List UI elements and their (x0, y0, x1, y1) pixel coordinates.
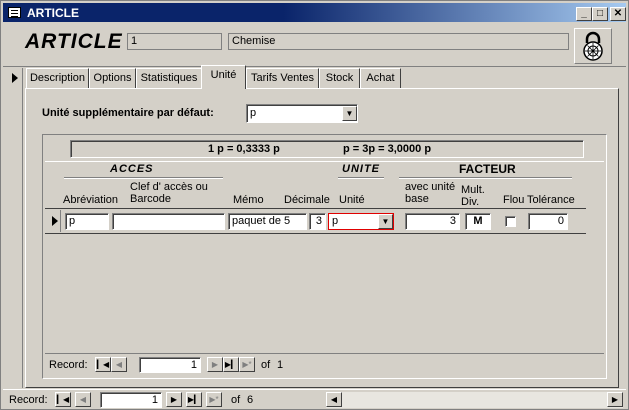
scroll-right-button[interactable]: ▶ (607, 392, 623, 407)
tab-unite[interactable]: Unité (201, 65, 246, 89)
tab-tarifs-ventes[interactable]: Tarifs Ventes (246, 68, 319, 88)
tab-stock[interactable]: Stock (319, 68, 360, 88)
subform-new-record-button[interactable]: ▶* (239, 357, 255, 372)
dropdown-arrow-icon: ▼ (345, 109, 354, 118)
current-record-arrow-icon (12, 73, 18, 83)
main-next-record-button[interactable]: ▶ (166, 392, 182, 407)
mult-div-field[interactable]: M (465, 213, 491, 230)
group-header-unite: UNITE (342, 163, 380, 175)
form-icon[interactable] (8, 7, 21, 18)
col-decimale: Décimale (284, 194, 330, 206)
acces-underline (64, 177, 223, 179)
main-record-label: Record: (9, 394, 48, 406)
abreviation-field[interactable]: p (65, 213, 109, 230)
subform-of-label: of (261, 359, 271, 371)
lock-button[interactable] (574, 28, 612, 64)
padlock-icon (583, 31, 603, 61)
subform-total-records: 1 (277, 359, 284, 371)
current-row-arrow-icon (52, 216, 58, 226)
tab-statistiques[interactable]: Statistiques (136, 68, 202, 88)
minimize-button[interactable]: _ (576, 7, 592, 21)
col-unite: Unité (339, 194, 365, 206)
record-selector-strip[interactable] (7, 68, 23, 388)
col-avec-unite-base: avec unité base (405, 181, 456, 205)
article-name-field[interactable]: Chemise (228, 33, 569, 50)
facteur-underline (399, 177, 572, 179)
subform-record-number-input[interactable]: 1 (139, 357, 201, 373)
close-button[interactable]: ✕ (610, 7, 626, 21)
col-flou: Flou (503, 194, 525, 206)
group-header-acces: ACCES (110, 163, 154, 175)
decimale-field[interactable]: 3 (309, 213, 326, 230)
tab-achat[interactable]: Achat (360, 68, 401, 88)
col-mult-div: Mult. Div. (461, 184, 485, 208)
main-last-record-button[interactable]: ▶▎ (186, 392, 202, 407)
unit-subform: 1 p = 0,3333 p p = 3p = 3,0000 p ACCES U… (42, 134, 607, 379)
col-abreviation: Abréviation (63, 194, 119, 206)
flou-checkbox[interactable] (505, 216, 516, 227)
main-new-record-button[interactable]: ▶* (206, 392, 222, 407)
avec-unite-base-field[interactable]: 3 (405, 213, 460, 230)
row-selector[interactable] (47, 210, 61, 232)
window-title: ARTICLE (27, 6, 79, 20)
col-memo: Mémo (233, 194, 264, 206)
dropdown-arrow-icon: ▼ (381, 217, 390, 226)
unite-underline (338, 177, 384, 179)
subform-record-label: Record: (49, 359, 88, 371)
scroll-left-button[interactable]: ◀ (326, 392, 342, 407)
subform-nav-divider (45, 353, 604, 354)
subform-next-record-button[interactable]: ▶ (207, 357, 223, 372)
col-tolerance: Tolérance (527, 194, 575, 206)
main-first-record-button[interactable]: ▎◀ (55, 392, 71, 407)
horizontal-scrollbar[interactable]: ◀ ▶ (326, 392, 623, 408)
default-unit-dropdown-button[interactable]: ▼ (342, 106, 357, 121)
form-header: ARTICLE 1 Chemise (3, 23, 626, 67)
conversion-right: p = 3p = 3,0000 p (343, 143, 432, 155)
group-header-facteur: FACTEUR (459, 162, 516, 176)
tolerance-field[interactable]: 0 (528, 213, 568, 230)
subform-last-record-button[interactable]: ▶▎ (223, 357, 239, 372)
tab-page-unite: Unité supplémentaire par défaut: p ▼ 1 p… (25, 88, 619, 388)
conversion-left: 1 p = 0,3333 p (208, 143, 280, 155)
title-bar[interactable]: ARTICLE _ □ ✕ (3, 3, 626, 22)
default-unit-label: Unité supplémentaire par défaut: (42, 107, 214, 119)
memo-field[interactable]: paquet de 5 (228, 213, 307, 230)
default-unit-value: p (250, 107, 257, 119)
main-total-records: 6 (247, 394, 254, 406)
row-unite-dropdown-button[interactable]: ▼ (378, 214, 393, 229)
subform-prev-record-button[interactable]: ◀ (111, 357, 127, 372)
tab-description[interactable]: Description (26, 68, 89, 88)
form-title: ARTICLE (25, 30, 123, 53)
maximize-button[interactable]: □ (592, 7, 608, 21)
main-prev-record-button[interactable]: ◀ (75, 392, 91, 407)
table-row: p paquet de 5 3 p ▼ 3 M 0 (45, 208, 586, 234)
conversion-bar: 1 p = 0,3333 p p = 3p = 3,0000 p (70, 140, 584, 158)
subform-divider (45, 161, 604, 162)
subform-first-record-button[interactable]: ▎◀ (95, 357, 111, 372)
main-of-label: of (231, 394, 241, 406)
main-navigation-bar: Record: ▎◀ ◀ 1 ▶ ▶▎ ▶* of 6 ◀ ▶ (3, 389, 626, 409)
article-code-field[interactable]: 1 (127, 33, 222, 50)
clef-acces-field[interactable] (112, 213, 225, 230)
row-unite-value: p (332, 215, 339, 227)
col-clef: Clef d' accès ou Barcode (130, 181, 208, 205)
tab-options[interactable]: Options (89, 68, 136, 88)
access-form-window: ARTICLE _ □ ✕ ARTICLE 1 Chemise Descript… (0, 0, 629, 410)
main-record-number-input[interactable]: 1 (100, 392, 162, 408)
